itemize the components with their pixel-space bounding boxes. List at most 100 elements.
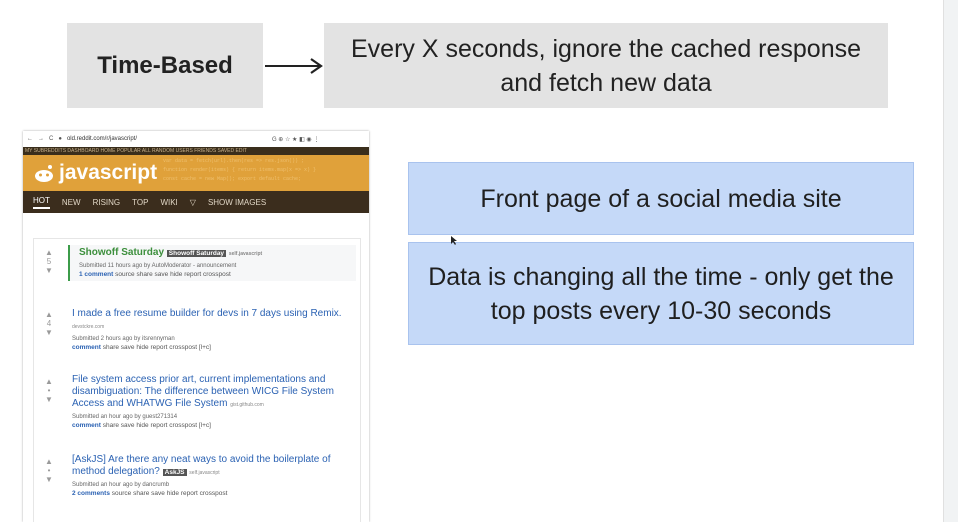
source-link[interactable]: source: [115, 271, 135, 278]
hide-link[interactable]: hide: [170, 271, 182, 278]
banner-code-decoration-3: const cache = new Map(); export default …: [163, 176, 302, 182]
reload-icon[interactable]: C: [49, 136, 53, 142]
back-icon[interactable]: ←: [27, 136, 33, 142]
report-link[interactable]: report: [181, 490, 198, 497]
post-links: comment share save hide report crosspost…: [72, 344, 211, 351]
comments-link[interactable]: comment: [72, 344, 101, 351]
vote-arrows[interactable]: ▲ • ▼: [44, 457, 54, 484]
report-link[interactable]: report: [184, 271, 201, 278]
vote-arrows[interactable]: ▲ 4 ▼: [44, 310, 54, 337]
post-title-text[interactable]: File system access prior art, current im…: [72, 374, 334, 409]
post-domain[interactable]: self.javascript: [229, 251, 262, 257]
post-domain[interactable]: gist.github.com: [230, 402, 264, 408]
vote-arrows[interactable]: ▲ • ▼: [44, 377, 54, 404]
crosspost-link[interactable]: crosspost: [200, 490, 228, 497]
share-link[interactable]: share: [133, 490, 149, 497]
post-links: 2 comments source share save hide report…: [72, 490, 227, 497]
subreddit-bar[interactable]: MY SUBREDDITS DASHBOARD HOME POPULAR ALL…: [23, 147, 369, 155]
save-link[interactable]: save: [155, 271, 169, 278]
banner-code-decoration: var data = fetch(url).then(res => res.js…: [163, 158, 305, 164]
tab-rising[interactable]: RISING: [93, 198, 121, 207]
post-meta: Submitted an hour ago by guest271314: [72, 414, 178, 420]
downvote-icon[interactable]: ▼: [44, 395, 54, 404]
filter-icon[interactable]: ▽: [190, 198, 196, 207]
crosspost-link[interactable]: crosspost: [203, 271, 231, 278]
share-link[interactable]: share: [103, 422, 119, 429]
description-text: Every X seconds, ignore the cached respo…: [350, 34, 862, 97]
downvote-icon[interactable]: ▼: [44, 266, 54, 275]
mouse-cursor-icon: [451, 236, 457, 245]
report-link[interactable]: report: [150, 422, 167, 429]
list-item: ▲ • ▼ [AskJS] Are there any neat ways to…: [34, 452, 360, 502]
tab-show-images[interactable]: SHOW IMAGES: [208, 198, 266, 207]
post-title[interactable]: Showoff Saturday Showoff Saturday self.j…: [79, 247, 364, 260]
post-title-text[interactable]: I made a free resume builder for devs in…: [72, 308, 342, 319]
post-title[interactable]: I made a free resume builder for devs in…: [72, 308, 357, 333]
hide-link[interactable]: hide: [167, 490, 179, 497]
tab-hot[interactable]: HOT: [33, 196, 50, 209]
post-score: •: [47, 386, 51, 395]
example-text: Front page of a social media site: [480, 184, 842, 213]
browser-toolbar: ← → C ● old.reddit.com/r/javascript/ G ⊕…: [23, 131, 369, 147]
example-callout: Front page of a social media site: [408, 162, 914, 235]
list-item: ▲ 5 ▼ Showoff Saturday Showoff Saturday …: [34, 245, 360, 283]
upvote-icon[interactable]: ▲: [44, 457, 54, 466]
post-title[interactable]: File system access prior art, current im…: [72, 374, 357, 411]
post-domain[interactable]: devstckre.com: [72, 324, 104, 330]
downvote-icon[interactable]: ▼: [44, 475, 54, 484]
tab-top[interactable]: TOP: [132, 198, 148, 207]
subreddit-name: javascript: [59, 161, 158, 184]
share-link[interactable]: share: [103, 344, 119, 351]
hide-link[interactable]: hide: [136, 344, 148, 351]
explanation-text: Data is changing all the time - only get…: [428, 262, 894, 325]
hide-link[interactable]: hide: [136, 422, 148, 429]
post-links: comment share save hide report crosspost…: [72, 422, 211, 429]
save-link[interactable]: save: [121, 422, 135, 429]
post-flair: AskJS: [162, 469, 187, 476]
vote-arrows[interactable]: ▲ 5 ▼: [44, 248, 54, 275]
post-title[interactable]: [AskJS] Are there any neat ways to avoid…: [72, 454, 357, 479]
tab-wiki[interactable]: WIKI: [160, 198, 177, 207]
subreddit-logo[interactable]: javascript: [33, 161, 157, 185]
post-score: 5: [46, 257, 52, 266]
post-meta: Submitted an hour ago by dancrumb: [72, 482, 170, 488]
comments-link[interactable]: 1 comment: [79, 271, 113, 278]
save-link[interactable]: save: [121, 344, 135, 351]
lock-icon: ●: [58, 136, 62, 142]
lc-link[interactable]: [l+c]: [199, 344, 211, 351]
post-list: ▲ 5 ▼ Showoff Saturday Showoff Saturday …: [33, 238, 361, 522]
upvote-icon[interactable]: ▲: [44, 248, 54, 257]
tab-new[interactable]: NEW: [62, 198, 81, 207]
source-link[interactable]: source: [112, 490, 132, 497]
share-link[interactable]: share: [136, 271, 152, 278]
banner-code-decoration-2: function render(items) { return items.ma…: [163, 167, 317, 173]
save-link[interactable]: save: [151, 490, 165, 497]
subreddit-banner: var data = fetch(url).then(res => res.js…: [23, 155, 369, 191]
url-bar[interactable]: old.reddit.com/r/javascript/: [67, 136, 267, 142]
post-domain[interactable]: self.javascript: [189, 470, 219, 476]
upvote-icon[interactable]: ▲: [44, 310, 54, 319]
toolbar-icons[interactable]: G ⊕ ☆ ★ ◧ ◉ ⋮: [272, 136, 319, 143]
list-item: ▲ 4 ▼ I made a free resume builder for d…: [34, 305, 360, 355]
post-meta: Submitted 2 hours ago by itsrennyman: [72, 336, 175, 342]
downvote-icon[interactable]: ▼: [44, 328, 54, 337]
arrow-right-icon: [265, 58, 323, 74]
post-meta: Submitted 11 hours ago by AutoModerator …: [79, 263, 237, 269]
upvote-icon[interactable]: ▲: [44, 377, 54, 386]
crosspost-link[interactable]: crosspost: [169, 422, 197, 429]
post-flair: Showoff Saturday: [166, 250, 227, 257]
comments-link[interactable]: comment: [72, 422, 101, 429]
description-box: Every X seconds, ignore the cached respo…: [324, 23, 888, 108]
comments-link[interactable]: 2 comments: [72, 490, 110, 497]
lc-link[interactable]: [l+c]: [199, 422, 211, 429]
post-score: •: [47, 466, 51, 475]
forward-icon[interactable]: →: [38, 136, 44, 142]
post-links: 1 comment source share save hide report …: [79, 271, 231, 278]
crosspost-link[interactable]: crosspost: [169, 344, 197, 351]
report-link[interactable]: report: [150, 344, 167, 351]
post-title-text[interactable]: Showoff Saturday: [79, 247, 164, 258]
reddit-alien-icon: [35, 165, 53, 182]
browser-screenshot: ← → C ● old.reddit.com/r/javascript/ G ⊕…: [23, 131, 369, 522]
list-item: ▲ • ▼ File system access prior art, curr…: [34, 372, 360, 432]
subreddit-tabs: HOT NEW RISING TOP WIKI ▽ SHOW IMAGES: [23, 191, 369, 213]
